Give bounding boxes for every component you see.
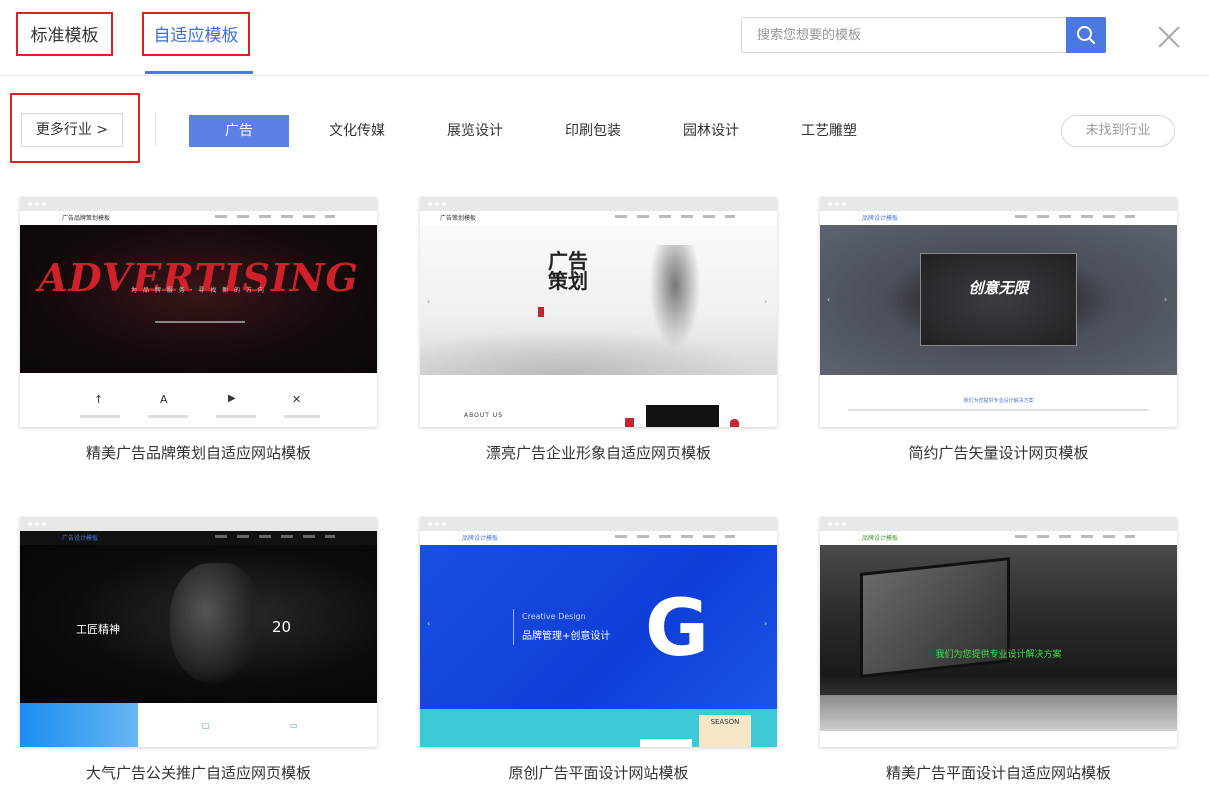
divider xyxy=(155,113,156,146)
active-tab-indicator xyxy=(145,71,253,74)
search-icon xyxy=(1077,26,1096,45)
template-thumbnail: 广告品牌策划模板 ADVERTISING 为 品 牌 服 务 · 寻 找 新 的… xyxy=(20,197,377,427)
template-thumbnail: 品牌设计模板 我们为您提供专业设计解决方案 xyxy=(820,517,1177,747)
template-card[interactable]: 品牌设计模板 创意无限 ‹ › 我们为您提供专业设计解决方案 简约广告矢量设计网… xyxy=(820,197,1177,487)
hero-title: 品牌管理+创意设计 xyxy=(522,631,611,642)
template-title[interactable]: 原创广告平面设计网站模板 xyxy=(420,762,777,783)
search-input[interactable] xyxy=(741,17,1067,53)
template-card[interactable]: 广告策划模板 广告策划 ‹ › ABOUT US 漂亮广告企业形象自适应网页模板 xyxy=(420,197,777,487)
industry-advertising[interactable]: 广告 xyxy=(189,115,289,147)
more-industries-button[interactable]: 更多行业 > xyxy=(21,113,123,147)
template-title[interactable]: 精美广告品牌策划自适应网站模板 xyxy=(20,442,377,463)
template-thumbnail: 广告策划模板 广告策划 ‹ › ABOUT US xyxy=(420,197,777,427)
search-button[interactable] xyxy=(1066,17,1106,53)
tab-standard-templates[interactable]: 标准模板 xyxy=(16,12,113,56)
hero-title: 广告策划 xyxy=(548,249,588,293)
template-brand: 品牌设计模板 xyxy=(862,535,899,542)
template-card[interactable]: 广告品牌策划模板 ADVERTISING 为 品 牌 服 务 · 寻 找 新 的… xyxy=(20,197,377,487)
template-brand: 品牌设计模板 xyxy=(862,215,899,222)
hero-subtitle: 为 品 牌 服 务 · 寻 找 新 的 方 向 xyxy=(131,287,266,294)
hero-subtitle: Creative Design xyxy=(522,612,586,621)
section-heading: 我们为您提供专业设计解决方案 xyxy=(963,398,1034,404)
template-title[interactable]: 简约广告矢量设计网页模板 xyxy=(820,442,1177,463)
hero-title: 我们为您提供专业设计解决方案 xyxy=(935,650,1062,660)
about-label: ABOUT US xyxy=(464,412,504,419)
industry-not-found-button[interactable]: 未找到行业 xyxy=(1061,115,1175,147)
template-brand: 广告设计模板 xyxy=(62,535,99,542)
tab-adaptive-templates[interactable]: 自适应模板 xyxy=(142,12,250,56)
template-title[interactable]: 漂亮广告企业形象自适应网页模板 xyxy=(420,442,777,463)
hero-number: 20 xyxy=(272,618,292,636)
template-card[interactable]: 品牌设计模板 Creative Design 品牌管理+创意设计 G ‹ › S… xyxy=(420,517,777,807)
template-card[interactable]: 广告设计模板 工匠精神 20 ▢ ▭ 大气广告公关推广自适应网页模板 xyxy=(20,517,377,807)
industry-crafts-sculpture[interactable]: 工艺雕塑 xyxy=(779,115,879,147)
industry-print-packaging[interactable]: 印刷包装 xyxy=(543,115,643,147)
hero-title: 创意无限 xyxy=(968,279,1029,297)
template-brand: 品牌设计模板 xyxy=(462,535,499,542)
search-box xyxy=(741,17,1106,53)
template-title[interactable]: 精美广告平面设计自适应网站模板 xyxy=(820,762,1177,783)
template-card[interactable]: 品牌设计模板 我们为您提供专业设计解决方案 精美广告平面设计自适应网站模板 xyxy=(820,517,1177,807)
close-icon[interactable] xyxy=(1156,24,1182,50)
template-brand: 广告品牌策划模板 xyxy=(62,215,111,222)
hero-title: 工匠精神 xyxy=(76,623,120,636)
industry-garden-design[interactable]: 园林设计 xyxy=(661,115,761,147)
template-title[interactable]: 大气广告公关推广自适应网页模板 xyxy=(20,762,377,783)
industry-culture-media[interactable]: 文化传媒 xyxy=(307,115,407,147)
template-thumbnail: 广告设计模板 工匠精神 20 ▢ ▭ xyxy=(20,517,377,747)
top-bar: 标准模板 自适应模板 xyxy=(0,0,1209,76)
industry-exhibition-design[interactable]: 展览设计 xyxy=(425,115,525,147)
template-thumbnail: 品牌设计模板 创意无限 ‹ › 我们为您提供专业设计解决方案 xyxy=(820,197,1177,427)
template-brand: 广告策划模板 xyxy=(440,215,477,222)
template-thumbnail: 品牌设计模板 Creative Design 品牌管理+创意设计 G ‹ › S… xyxy=(420,517,777,747)
